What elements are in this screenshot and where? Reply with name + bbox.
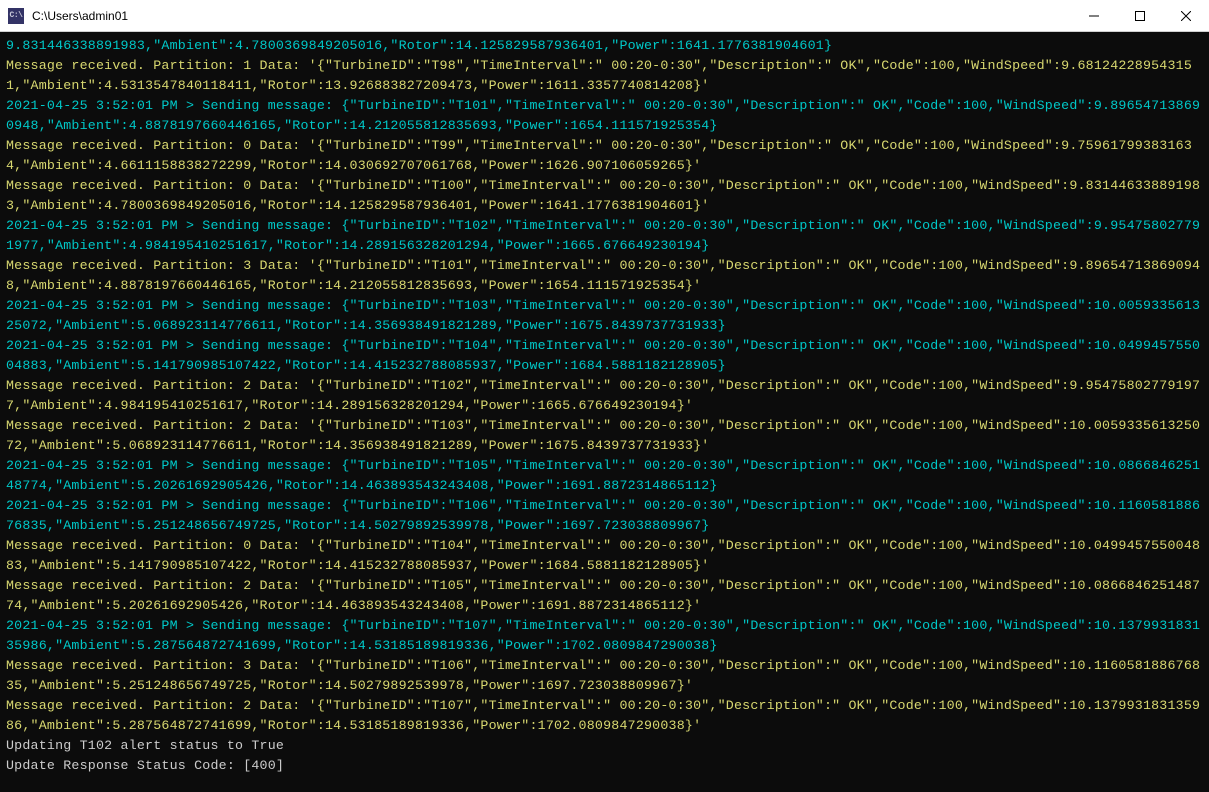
minimize-button[interactable] bbox=[1071, 0, 1117, 31]
terminal-line: Update Response Status Code: [400] bbox=[6, 758, 284, 773]
terminal-line: 2021-04-25 3:52:01 PM > Sending message:… bbox=[6, 298, 1200, 333]
maximize-button[interactable] bbox=[1117, 0, 1163, 31]
terminal-line: Message received. Partition: 0 Data: '{"… bbox=[6, 138, 1192, 173]
terminal-line: 2021-04-25 3:52:01 PM > Sending message:… bbox=[6, 338, 1200, 373]
terminal-line: Message received. Partition: 3 Data: '{"… bbox=[6, 258, 1200, 293]
terminal-line: 2021-04-25 3:52:01 PM > Sending message:… bbox=[6, 458, 1200, 493]
app-icon: C:\ bbox=[8, 8, 24, 24]
terminal-output[interactable]: 9.831446338891983,"Ambient":4.7800369849… bbox=[0, 32, 1209, 792]
window-title: C:\Users\admin01 bbox=[32, 9, 1071, 23]
terminal-line: 9.831446338891983,"Ambient":4.7800369849… bbox=[6, 38, 832, 53]
window-controls bbox=[1071, 0, 1209, 31]
terminal-line: Message received. Partition: 2 Data: '{"… bbox=[6, 378, 1200, 413]
terminal-line: 2021-04-25 3:52:01 PM > Sending message:… bbox=[6, 618, 1200, 653]
terminal-line: Message received. Partition: 2 Data: '{"… bbox=[6, 418, 1200, 453]
terminal-line: Message received. Partition: 2 Data: '{"… bbox=[6, 698, 1200, 733]
terminal-line: Message received. Partition: 1 Data: '{"… bbox=[6, 58, 1192, 93]
terminal-line: Message received. Partition: 0 Data: '{"… bbox=[6, 178, 1200, 213]
terminal-line: Updating T102 alert status to True bbox=[6, 738, 284, 753]
terminal-line: 2021-04-25 3:52:01 PM > Sending message:… bbox=[6, 98, 1200, 133]
terminal-line: Message received. Partition: 2 Data: '{"… bbox=[6, 578, 1200, 613]
terminal-line: 2021-04-25 3:52:01 PM > Sending message:… bbox=[6, 218, 1200, 253]
close-button[interactable] bbox=[1163, 0, 1209, 31]
terminal-line: 2021-04-25 3:52:01 PM > Sending message:… bbox=[6, 498, 1200, 533]
titlebar: C:\ C:\Users\admin01 bbox=[0, 0, 1209, 32]
terminal-line: Message received. Partition: 0 Data: '{"… bbox=[6, 538, 1200, 573]
terminal-line: Message received. Partition: 3 Data: '{"… bbox=[6, 658, 1200, 693]
